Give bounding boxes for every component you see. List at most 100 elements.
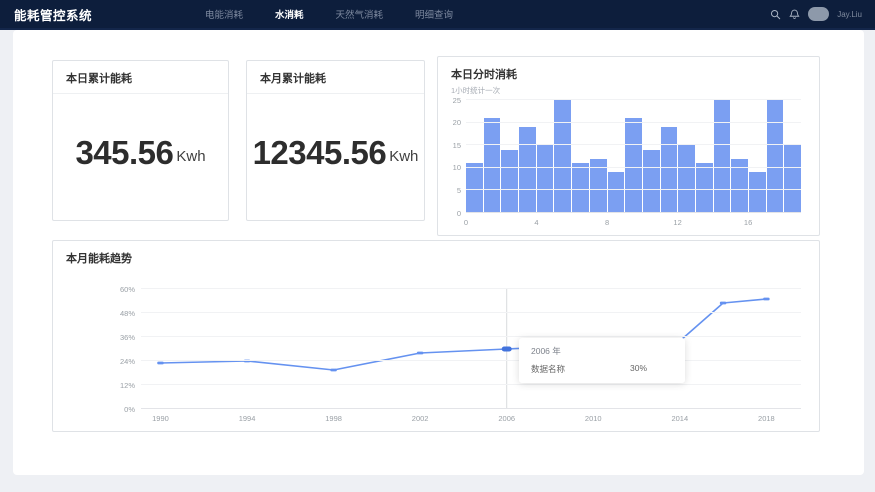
nav-item-gas[interactable]: 天然气消耗 (336, 7, 384, 21)
hourly-bar[interactable] (484, 118, 501, 213)
hourly-bar[interactable] (696, 163, 713, 213)
today-total-value: 345.56 (75, 134, 173, 172)
month-total-kpi: 12345.56 Kwh (247, 94, 424, 212)
trend-y-tick-label: 48% (99, 309, 135, 317)
hourly-gridline (466, 189, 801, 190)
hourly-bar[interactable] (572, 163, 589, 213)
nav-item-electricity[interactable]: 电能消耗 (205, 7, 243, 21)
tooltip-series-label: 数据名称 (531, 363, 565, 375)
trend-x-tick-label: 2010 (585, 414, 602, 423)
hourly-gridline (466, 122, 801, 123)
hourly-bar[interactable] (608, 172, 625, 213)
trend-x-tick-label: 1994 (239, 414, 256, 423)
trend-gridline (141, 360, 801, 361)
today-total-kpi: 345.56 Kwh (53, 94, 228, 212)
hourly-x-tick-label: 4 (534, 218, 538, 227)
hourly-bar[interactable] (519, 127, 536, 213)
hourly-x-tick-label: 16 (744, 218, 752, 227)
hourly-card-title: 本日分时消耗 (451, 66, 806, 82)
trend-gridline (141, 288, 801, 289)
hourly-bar[interactable] (714, 100, 731, 213)
bell-icon[interactable] (789, 9, 800, 20)
trend-point[interactable] (330, 369, 337, 372)
trend-point[interactable] (763, 298, 770, 301)
hourly-bar[interactable] (466, 163, 483, 213)
hourly-bar[interactable] (678, 145, 695, 213)
hourly-gridline (466, 212, 801, 213)
app-title: 能耗管控系统 (14, 0, 92, 28)
trend-x-tick-label: 1990 (152, 414, 169, 423)
month-total-card-header: 本月累计能耗 (247, 61, 424, 94)
user-name: Jay.Liu (837, 10, 862, 19)
trend-line-chart[interactable]: 2006 年 数据名称 30% 0%12%24%36%48%60%1990199… (141, 289, 801, 409)
trend-gridline (141, 336, 801, 337)
hourly-bar[interactable] (537, 145, 554, 213)
hourly-bars (466, 100, 801, 213)
trend-point[interactable] (720, 302, 727, 305)
hourly-bar[interactable] (784, 145, 801, 213)
hourly-x-tick-label: 12 (673, 218, 681, 227)
trend-y-tick-label: 12% (99, 381, 135, 389)
hourly-y-tick-label: 5 (436, 187, 461, 195)
hourly-y-tick-label: 10 (436, 164, 461, 172)
trend-point-emphasis[interactable] (502, 347, 512, 352)
trend-point[interactable] (417, 352, 424, 355)
hourly-bar-chart[interactable]: 05101520250481216 (466, 100, 801, 213)
header-right-cluster: Jay.Liu (770, 0, 862, 28)
trend-x-tick-label: 1998 (325, 414, 342, 423)
nav-item-detail-query[interactable]: 明细查询 (415, 7, 453, 21)
trend-line-svg (141, 289, 801, 409)
today-total-unit: Kwh (176, 148, 205, 165)
hourly-y-tick-label: 15 (436, 141, 461, 149)
hourly-gridline (466, 144, 801, 145)
hourly-consumption-card: 本日分时消耗 1小时统计一次 05101520250481216 (437, 56, 820, 236)
hourly-x-tick-label: 8 (605, 218, 609, 227)
trend-x-tick-label: 2018 (758, 414, 775, 423)
trend-y-tick-label: 24% (99, 357, 135, 365)
trend-x-tick-label: 2002 (412, 414, 429, 423)
hourly-x-tick-label: 0 (464, 218, 468, 227)
trend-card-header: 本月能耗趋势 (53, 241, 819, 266)
trend-x-tick-label: 2014 (671, 414, 688, 423)
hourly-bar[interactable] (501, 150, 518, 213)
top-bar: 能耗管控系统 电能消耗 水消耗 天然气消耗 明细查询 Jay.Liu (0, 0, 875, 30)
hourly-bar[interactable] (767, 100, 784, 213)
tooltip-row: 数据名称 30% (531, 363, 673, 375)
tooltip-value: 30% (630, 363, 647, 375)
hourly-y-tick-label: 0 (436, 209, 461, 217)
hourly-bar[interactable] (625, 118, 642, 213)
trend-card-title: 本月能耗趋势 (66, 250, 806, 266)
trend-gridline (141, 408, 801, 409)
trend-point[interactable] (157, 362, 164, 365)
nav-item-water[interactable]: 水消耗 (275, 7, 304, 21)
hourly-bar[interactable] (643, 150, 660, 213)
trend-gridline (141, 384, 801, 385)
today-total-card: 本日累计能耗 345.56 Kwh (52, 60, 229, 221)
hourly-y-tick-label: 20 (436, 119, 461, 127)
trend-x-tick-label: 2006 (498, 414, 515, 423)
main-nav: 电能消耗 水消耗 天然气消耗 明细查询 (205, 0, 453, 28)
trend-y-tick-label: 36% (99, 333, 135, 341)
tooltip-title: 2006 年 (531, 345, 673, 357)
hourly-card-subtitle: 1小时统计一次 (451, 85, 806, 96)
month-total-unit: Kwh (389, 148, 418, 165)
hourly-card-header: 本日分时消耗 1小时统计一次 (438, 57, 819, 96)
content-panel: 本日累计能耗 345.56 Kwh 本月累计能耗 12345.56 Kwh 本日… (13, 30, 864, 475)
today-total-title: 本日累计能耗 (66, 70, 215, 86)
hourly-bar[interactable] (749, 172, 766, 213)
trend-y-tick-label: 60% (99, 285, 135, 293)
hourly-bar[interactable] (554, 100, 571, 213)
hourly-gridline (466, 99, 801, 100)
month-total-value: 12345.56 (253, 134, 387, 172)
trend-y-tick-label: 0% (99, 405, 135, 413)
hourly-gridline (466, 167, 801, 168)
hourly-bar[interactable] (661, 127, 678, 213)
user-avatar[interactable] (808, 7, 829, 21)
trend-gridline (141, 312, 801, 313)
monthly-trend-card: 本月能耗趋势 2006 年 数据名称 30% 0%12%24%36%48%60%… (52, 240, 820, 432)
month-total-card: 本月累计能耗 12345.56 Kwh (246, 60, 425, 221)
search-icon[interactable] (770, 9, 781, 20)
month-total-title: 本月累计能耗 (260, 70, 411, 86)
hourly-y-tick-label: 25 (436, 96, 461, 104)
today-total-card-header: 本日累计能耗 (53, 61, 228, 94)
